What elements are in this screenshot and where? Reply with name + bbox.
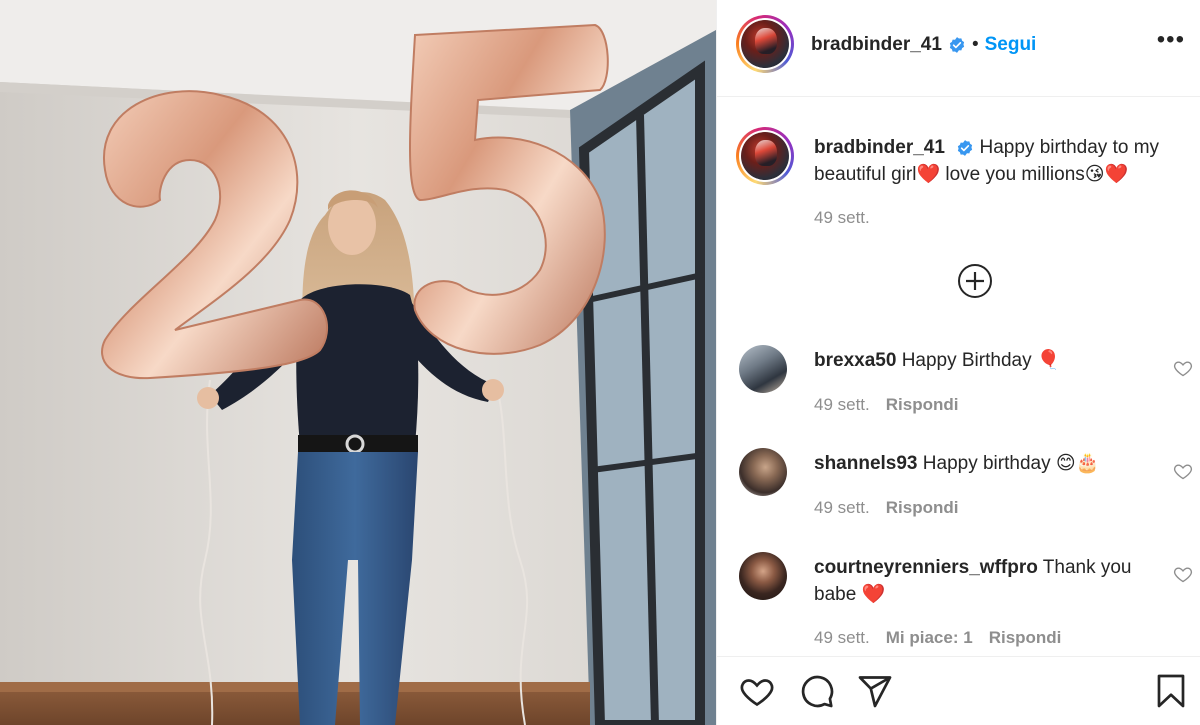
comment-heart-icon[interactable] (1173, 564, 1193, 584)
bookmark-icon[interactable] (1153, 673, 1189, 709)
commenter-username[interactable]: brexxa50 (814, 350, 896, 371)
comment-body: shannels93 Happy birthday 😊🎂 (814, 450, 1154, 477)
author-username-link[interactable]: bradbinder_41 (811, 34, 942, 56)
comment-likes-count[interactable]: Mi piace: 1 (886, 628, 973, 647)
follow-button[interactable]: Segui (985, 34, 1037, 56)
verified-badge-icon (949, 37, 965, 53)
verified-badge-icon (958, 140, 973, 156)
comment-bubble-icon[interactable] (799, 673, 835, 709)
commenter-username[interactable]: shannels93 (814, 453, 918, 474)
comment-timestamp[interactable]: 49 sett. (814, 628, 870, 647)
comment-heart-icon[interactable] (1173, 461, 1193, 481)
comment-meta: 49 sett. Mi piace: 1 Rispondi (814, 628, 1061, 648)
reply-button[interactable]: Rispondi (989, 628, 1062, 647)
author-name-row: bradbinder_41 • Segui (811, 34, 1036, 56)
caption-author-avatar-image (741, 132, 789, 180)
comment-heart-icon[interactable] (1173, 358, 1193, 378)
commenter-avatar[interactable] (739, 552, 787, 600)
author-avatar-image (741, 20, 789, 68)
post-photo[interactable] (0, 0, 716, 725)
comment-body: courtneyrenniers_wffpro Thank you babe ❤… (814, 554, 1154, 608)
comment-timestamp[interactable]: 49 sett. (814, 395, 870, 414)
plus-circle-icon[interactable] (957, 263, 993, 299)
author-avatar[interactable] (736, 15, 794, 73)
comment-timestamp[interactable]: 49 sett. (814, 498, 870, 517)
caption-author-username[interactable]: bradbinder_41 (814, 137, 945, 158)
comment-body: brexxa50 Happy Birthday 🎈 (814, 347, 1154, 374)
caption-author-avatar[interactable] (736, 127, 794, 185)
comment-text: Happy birthday 😊🎂 (922, 453, 1100, 474)
paper-plane-icon[interactable] (857, 673, 893, 709)
commenter-avatar[interactable] (739, 345, 787, 393)
comment-meta: 49 sett. Rispondi (814, 498, 958, 518)
photo-illustration (0, 0, 716, 725)
caption-timestamp[interactable]: 49 sett. (814, 208, 870, 228)
reply-button[interactable]: Rispondi (886, 395, 959, 414)
more-options-icon[interactable]: ••• (1157, 28, 1185, 52)
commenter-avatar[interactable] (739, 448, 787, 496)
heart-icon[interactable] (739, 673, 775, 709)
post-caption: bradbinder_41 Happy birthday to my beaut… (814, 134, 1184, 188)
post-side-panel: bradbinder_41 • Segui ••• bradbinder_41 … (716, 0, 1200, 725)
post-action-bar (717, 656, 1200, 725)
commenter-username[interactable]: courtneyrenniers_wffpro (814, 557, 1038, 578)
comments-section[interactable]: bradbinder_41 Happy birthday to my beaut… (717, 98, 1200, 656)
reply-button[interactable]: Rispondi (886, 498, 959, 517)
header-separator: • (971, 34, 979, 55)
comment-meta: 49 sett. Rispondi (814, 395, 958, 415)
post-header: bradbinder_41 • Segui ••• (717, 0, 1200, 97)
comment-text: Happy Birthday 🎈 (901, 350, 1061, 371)
